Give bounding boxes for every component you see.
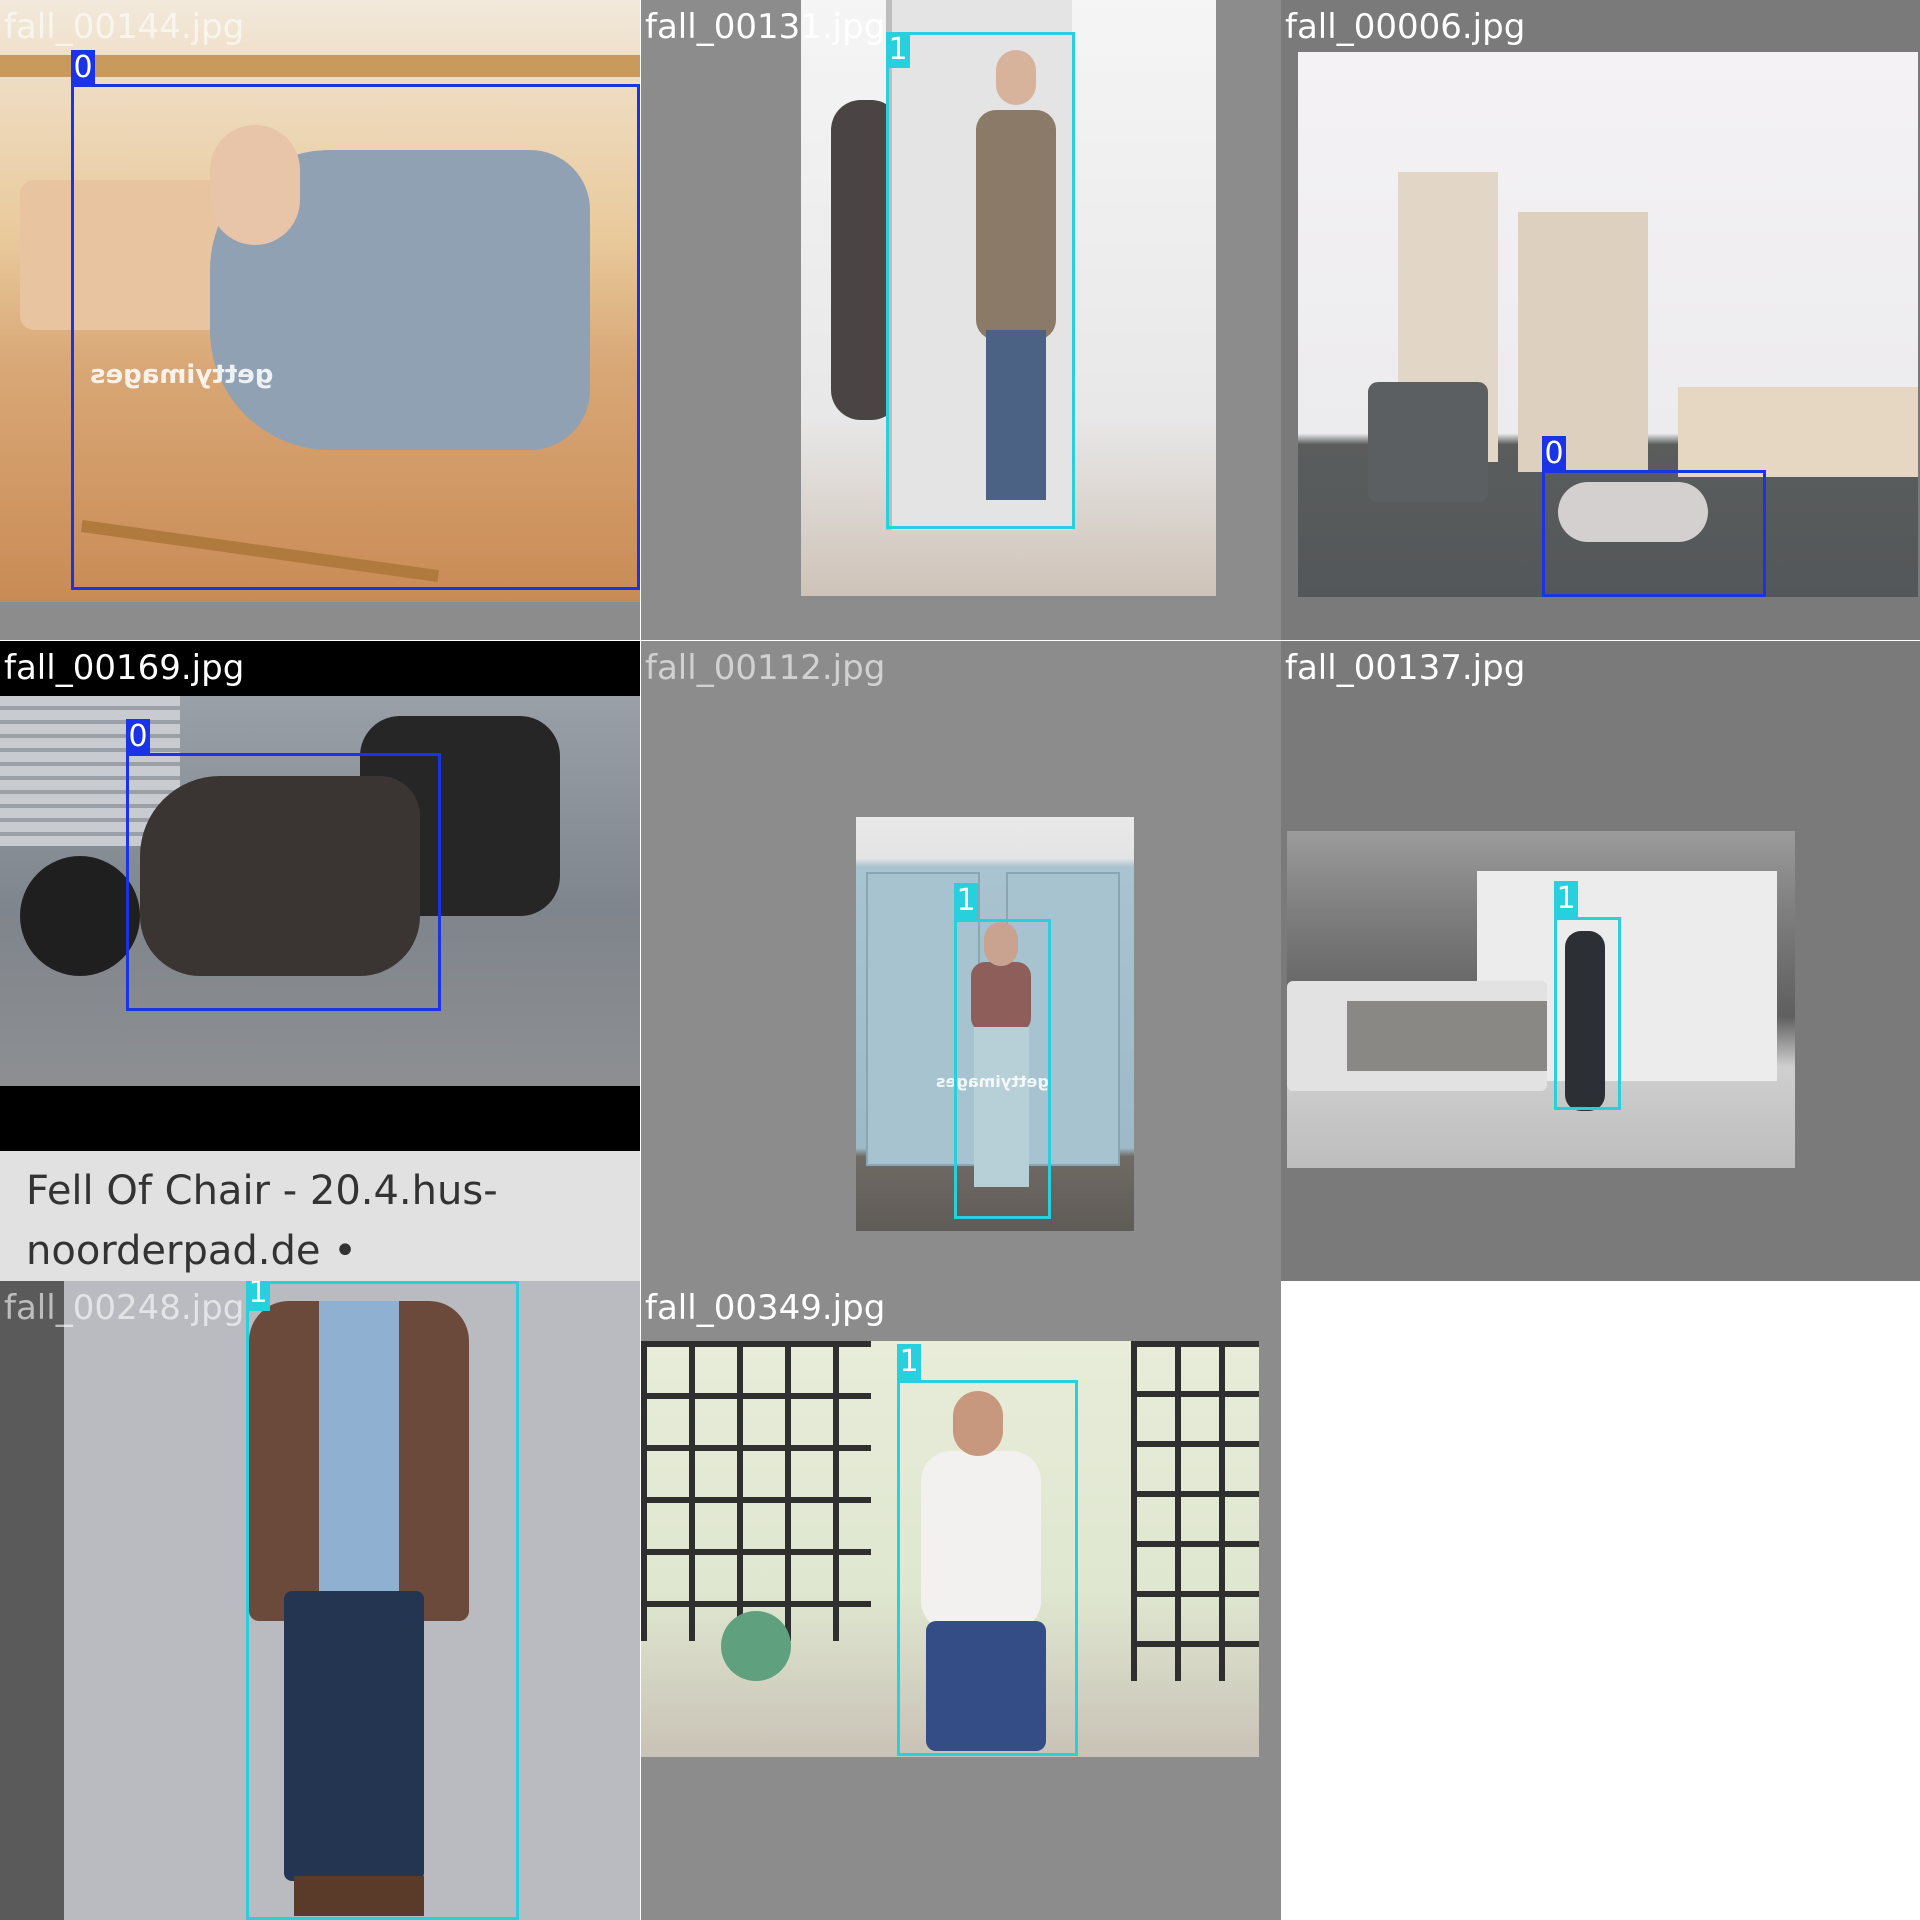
tile-fall-00137[interactable]: fall_00137.jpg 1 bbox=[1281, 641, 1920, 1281]
shelf-shape bbox=[0, 55, 640, 77]
bbox-class-1[interactable] bbox=[954, 919, 1051, 1219]
chair-shape bbox=[1368, 382, 1488, 502]
file-name-label: fall_00137.jpg bbox=[1285, 648, 1526, 688]
file-name-label: fall_00006.jpg bbox=[1285, 7, 1526, 47]
empty-slot bbox=[1281, 1281, 1920, 1920]
tile-fall-00006[interactable]: fall_00006.jpg 0 bbox=[1281, 0, 1920, 640]
tile-fall-00144[interactable]: gettyimages fall_00144.jpg 0 bbox=[0, 0, 640, 640]
file-name-label: fall_00144.jpg bbox=[4, 7, 245, 47]
class-label-tag: 0 bbox=[126, 719, 150, 755]
class-label-tag: 0 bbox=[1542, 436, 1566, 472]
file-name-label: fall_00169.jpg bbox=[4, 648, 245, 688]
class-label-tag: 1 bbox=[897, 1344, 921, 1380]
bbox-class-1[interactable] bbox=[246, 1281, 519, 1920]
caption-line-1: Fell Of Chair - 20.4.hus- bbox=[26, 1168, 498, 1214]
class-label-tag: 0 bbox=[71, 50, 95, 86]
window-grid-right bbox=[1131, 1341, 1259, 1681]
tile-fall-00349[interactable]: fall_00349.jpg 1 bbox=[641, 1281, 1281, 1920]
bbox-class-0[interactable] bbox=[126, 753, 441, 1011]
office-chair-shape bbox=[20, 856, 140, 976]
window-grid-left bbox=[641, 1341, 871, 1641]
bbox-class-1[interactable] bbox=[886, 32, 1075, 529]
desk-shape bbox=[1678, 387, 1918, 477]
class-label-tag: 1 bbox=[246, 1281, 270, 1311]
class-label-tag: 1 bbox=[954, 883, 978, 919]
caption-line-2: noorderpad.de • bbox=[26, 1228, 357, 1274]
file-name-label: fall_00248.jpg bbox=[4, 1288, 245, 1328]
blanket-shape bbox=[1347, 1001, 1547, 1071]
door-shape bbox=[1518, 212, 1648, 472]
class-label-tag: 1 bbox=[1554, 881, 1578, 917]
tile-fall-00131[interactable]: fall_00131.jpg 1 bbox=[641, 0, 1281, 640]
file-name-label: fall_00131.jpg bbox=[645, 7, 886, 47]
plant-shape bbox=[721, 1611, 791, 1681]
bbox-class-0[interactable] bbox=[1542, 470, 1766, 597]
bbox-class-1[interactable] bbox=[897, 1380, 1078, 1756]
file-name-label: fall_00112.jpg bbox=[645, 648, 886, 688]
photo-fall-00137 bbox=[1287, 831, 1795, 1168]
tile-fall-00248[interactable]: fall_00248.jpg 1 bbox=[0, 1281, 640, 1920]
class-label-tag: 1 bbox=[886, 32, 910, 68]
bbox-class-0[interactable] bbox=[71, 84, 640, 590]
detection-mosaic: gettyimages fall_00144.jpg 0 fall_00131.… bbox=[0, 0, 1920, 1920]
bbox-class-1[interactable] bbox=[1554, 917, 1621, 1110]
tile-fall-00169[interactable]: Fell Of Chair - 20.4.hus- noorderpad.de … bbox=[0, 641, 640, 1281]
file-name-label: fall_00349.jpg bbox=[645, 1288, 886, 1328]
tile-fall-00112[interactable]: gettyimages fall_00112.jpg 1 bbox=[641, 641, 1281, 1281]
